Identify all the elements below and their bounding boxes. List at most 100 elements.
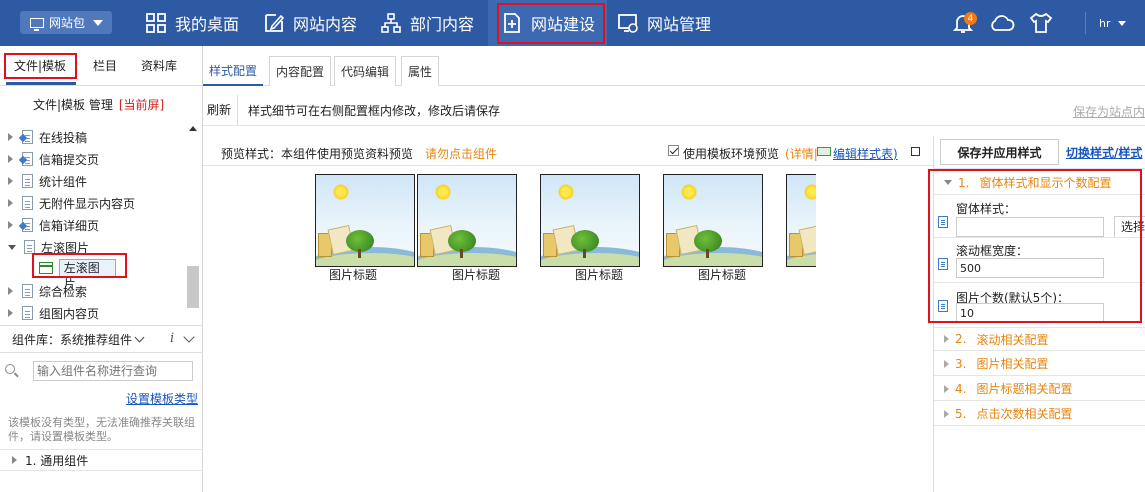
edit-doc-icon (22, 130, 33, 144)
site-package-button[interactable]: 网站包 (20, 11, 112, 34)
use-template-preview-label[interactable]: 使用模板环境预览 (683, 145, 779, 162)
tab-properties[interactable]: 属性 (401, 56, 440, 86)
expand-icon[interactable] (12, 456, 17, 464)
select-style-button[interactable]: 选择 (1114, 216, 1145, 238)
tab-style-config[interactable]: 样式配置 (203, 56, 264, 86)
tab-files-templates[interactable]: 文件|模板 (14, 57, 66, 74)
tree-item-label: 在线投稿 (39, 130, 88, 145)
toolbar-hint: 样式细节可在右侧配置框内修改，修改后请保存 (248, 103, 501, 118)
tree-item[interactable]: 组图内容页 (8, 302, 99, 324)
picture-thumbnail (786, 174, 816, 267)
chevron-down-icon[interactable] (183, 331, 195, 343)
tree-item[interactable]: 信箱提交页 (8, 148, 99, 170)
tree-child-selected[interactable]: 左滚图片 (36, 258, 116, 291)
stylesheet-icon (817, 147, 831, 156)
scroll-picture-preview: 图片标题 图片标题 图片标题 图片标题 (315, 174, 816, 284)
config-section-5[interactable]: 5. 点击次数相关配置 (934, 402, 1145, 426)
scroll-thumb[interactable] (187, 266, 199, 308)
expand-icon[interactable] (8, 221, 13, 229)
tree-item[interactable]: 统计组件 (8, 170, 87, 192)
config-section-1[interactable]: 1. 窗体样式和显示个数配置 (934, 171, 1145, 195)
info-icon[interactable]: i (170, 331, 174, 346)
expand-icon[interactable] (944, 384, 949, 393)
refresh-button[interactable]: 刷新 (203, 95, 239, 125)
tab-library[interactable]: 资料库 (141, 57, 177, 74)
nav-site-content[interactable]: 网站内容 (263, 0, 357, 46)
save-apply-style-button[interactable]: 保存并应用样式 (940, 139, 1059, 165)
cloud-icon[interactable] (988, 11, 1016, 35)
doc-icon (22, 196, 33, 210)
add-page-icon (504, 13, 520, 33)
nav-my-desktop[interactable]: 我的桌面 (145, 0, 239, 46)
tree-item-expanded[interactable]: 左滚图片 (8, 236, 89, 258)
scroll-width-input[interactable] (956, 258, 1104, 278)
detail-link[interactable]: (详情| (785, 145, 818, 162)
expand-icon[interactable] (8, 155, 13, 163)
expand-icon[interactable] (944, 359, 949, 368)
tree-item-label: 信箱详细页 (39, 218, 100, 233)
tree-item-label: 组图内容页 (39, 306, 100, 321)
nav-site-build[interactable]: 网站建设 (488, 0, 607, 46)
scroll-up-icon[interactable] (189, 126, 197, 131)
panel-header-title: 文件|模板 管理 (33, 98, 113, 112)
tree-item[interactable]: 信箱详细页 (8, 214, 99, 236)
search-icon[interactable] (5, 364, 15, 374)
form-style-input[interactable] (956, 217, 1104, 237)
collapse-icon[interactable] (8, 244, 16, 250)
user-menu[interactable]: hr (1085, 12, 1145, 34)
scroll-width-label: 滚动框宽度： (956, 244, 1029, 258)
nav-dept-content[interactable]: 部门内容 (380, 0, 474, 46)
component-search-input[interactable] (33, 361, 193, 381)
edit-stylesheet-label: 编辑样式表 (833, 147, 894, 161)
component-group-item[interactable]: 1. 通用组件 (0, 449, 203, 471)
doc-icon (938, 300, 948, 312)
switch-style-link[interactable]: 切换样式/样式 (1066, 144, 1142, 161)
tree-scrollbar[interactable] (186, 124, 200, 320)
divider (934, 168, 1145, 169)
picture-caption: 图片标题 (697, 268, 746, 282)
component-library-select[interactable]: 组件库：系统推荐组件 (12, 331, 132, 348)
section-number: 3. (955, 356, 967, 371)
expand-icon[interactable] (8, 177, 13, 185)
picture-count-input[interactable] (956, 303, 1104, 323)
tree-item[interactable]: 无附件显示内容页 (8, 192, 135, 214)
expand-icon[interactable] (8, 199, 13, 207)
form-style-label: 窗体样式： (956, 202, 1017, 216)
edit-doc-icon (22, 152, 33, 166)
preview-bar: 预览样式：本组件使用预览资料预览 请勿点击组件 使用模板环境预览 (详情| 编辑… (203, 136, 933, 166)
config-section-2[interactable]: 2. 滚动相关配置 (934, 327, 1145, 351)
tree-child-label: 左滚图片 (58, 259, 116, 291)
config-section-4[interactable]: 4. 图片标题相关配置 (934, 377, 1145, 401)
style-toolbar: 刷新 样式细节可在右侧配置框内修改，修改后请保存 保存为站点内 (203, 95, 1145, 125)
chevron-down-icon[interactable] (134, 332, 145, 342)
divider (203, 125, 1145, 126)
expand-icon[interactable] (8, 133, 13, 141)
doc-icon (22, 284, 33, 298)
expand-icon[interactable] (8, 309, 13, 317)
tab-code-edit[interactable]: 代码编辑 (334, 56, 397, 86)
picture-caption: 图片标题 (328, 268, 377, 282)
config-section-3[interactable]: 3. 图片相关配置 (934, 352, 1145, 376)
doc-icon (22, 174, 33, 188)
nav-site-admin[interactable]: 网站管理 (617, 0, 711, 46)
set-template-type-link[interactable]: 设置模板类型 (126, 390, 198, 407)
caret-down-icon (1117, 20, 1126, 26)
tshirt-icon[interactable] (1028, 11, 1054, 35)
picture-thumbnail (315, 174, 415, 267)
tab-columns[interactable]: 栏目 (93, 57, 117, 74)
expand-icon[interactable] (8, 287, 13, 295)
tree-item-label: 左滚图片 (41, 240, 90, 255)
tab-content-config[interactable]: 内容配置 (269, 56, 332, 86)
collapse-icon[interactable] (944, 180, 952, 185)
doc-icon (22, 306, 33, 320)
use-template-preview-checkbox[interactable] (668, 145, 679, 156)
expand-icon[interactable] (944, 409, 949, 418)
fullscreen-icon[interactable] (911, 147, 920, 156)
current-screen-label[interactable]: [当前屏] (119, 98, 164, 112)
section-number: 4. (955, 381, 967, 396)
expand-icon[interactable] (944, 335, 949, 343)
tree-item[interactable]: 在线投稿 (8, 126, 87, 148)
section-label: 滚动相关配置 (976, 332, 1049, 347)
edit-stylesheet-link[interactable]: 编辑样式表) (833, 145, 898, 162)
save-to-site-link[interactable]: 保存为站点内 (1073, 103, 1145, 120)
